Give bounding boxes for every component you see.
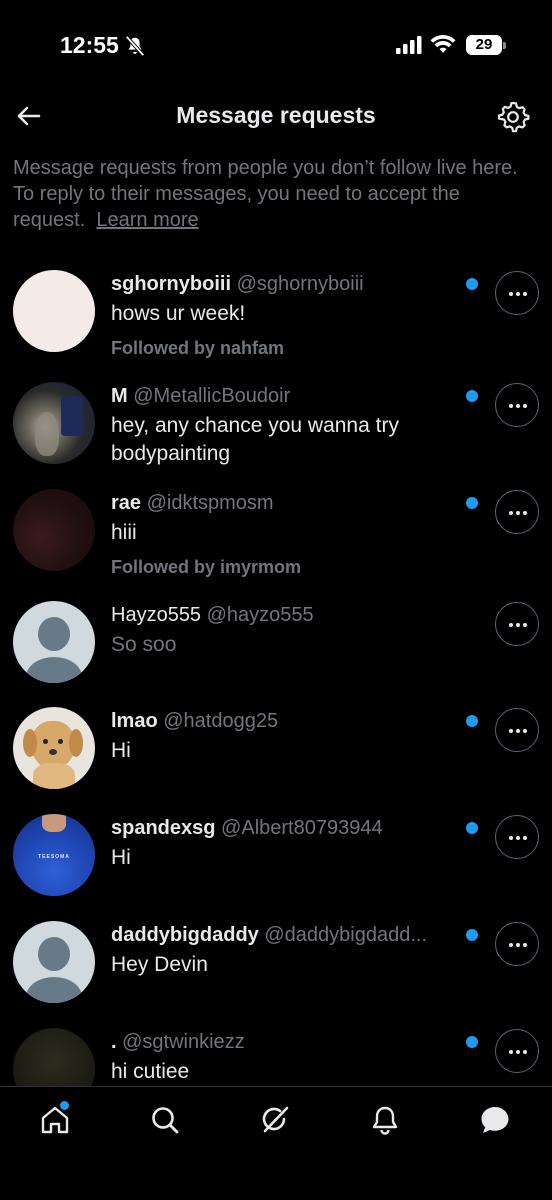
request-row-idktspmosm[interactable]: rae @idktspmosm hiii Followed by imyrmom xyxy=(0,479,552,589)
request-row-hatdogg25[interactable]: lmao @hatdogg25 Hi xyxy=(0,697,552,805)
page-title: Message requests xyxy=(176,102,376,128)
more-options-button[interactable] xyxy=(495,271,539,315)
avatar xyxy=(13,707,95,789)
followed-by: Followed by nahfam xyxy=(111,338,285,358)
unread-dot xyxy=(466,929,478,941)
more-options-button[interactable] xyxy=(495,602,539,646)
tab-home[interactable] xyxy=(38,1101,72,1137)
request-row-metallicboudoir[interactable]: M @MetallicBoudoir hey, any chance you w… xyxy=(0,372,552,482)
default-avatar-icon xyxy=(13,601,95,683)
grok-icon xyxy=(262,1106,289,1133)
status-bar: 12:55 29 xyxy=(0,0,552,90)
request-row-hayzo555[interactable]: Hayzo555 @hayzo555 So soo xyxy=(0,591,552,699)
gear-icon[interactable] xyxy=(496,100,530,134)
more-options-button[interactable] xyxy=(495,490,539,534)
default-avatar-icon xyxy=(13,921,95,1003)
avatar xyxy=(13,489,95,571)
unread-dot xyxy=(466,390,478,402)
status-time: 12:55 xyxy=(60,32,119,58)
tab-notifications[interactable] xyxy=(368,1103,402,1137)
messages-icon xyxy=(481,1107,509,1133)
user-handle: @daddybigdadd... xyxy=(264,924,428,946)
message-preview: Hey Devin xyxy=(111,953,208,976)
intro-text: Message requests from people you don’t f… xyxy=(13,155,538,233)
request-row-albert80793944[interactable]: TEESOMA spandexsg @Albert80793944 Hi xyxy=(0,804,552,912)
learn-more-link[interactable]: Learn more xyxy=(96,209,198,231)
bottom-tab-bar xyxy=(0,1086,552,1200)
avatar: TEESOMA xyxy=(13,814,95,896)
avatar-shirt-text: TEESOMA xyxy=(38,854,70,860)
user-handle: @Albert80793944 xyxy=(221,817,383,839)
display-name: rae xyxy=(111,492,142,514)
request-row-sgtwinkiezz[interactable]: . @sgtwinkiezz hi cutiee xyxy=(0,1018,552,1086)
followed-by: Followed by imyrmom xyxy=(111,557,302,577)
display-name: Hayzo555 xyxy=(111,604,202,626)
message-preview: So soo xyxy=(111,633,177,656)
user-handle: @hayzo555 xyxy=(206,604,314,626)
battery-level: 29 xyxy=(466,35,502,55)
more-options-button[interactable] xyxy=(495,815,539,859)
bell-slash-icon xyxy=(125,35,145,57)
user-handle: @sghornyboiii xyxy=(236,273,364,295)
bell-icon xyxy=(372,1106,398,1135)
more-options-button[interactable] xyxy=(495,1029,539,1073)
unread-dot xyxy=(466,1036,478,1048)
message-preview: Hi xyxy=(111,739,131,762)
message-preview: hows ur week! xyxy=(111,302,246,325)
display-name: daddybigdaddy xyxy=(111,924,259,946)
display-name: lmao xyxy=(111,710,158,732)
header: Message requests xyxy=(0,90,552,146)
cellular-signal-icon xyxy=(396,36,422,54)
request-row-sghornyboiii[interactable]: sghornyboiii @sghornyboiii hows ur week!… xyxy=(0,260,552,370)
user-handle: @MetallicBoudoir xyxy=(133,385,291,407)
tab-grok[interactable] xyxy=(258,1103,292,1137)
user-handle: @sgtwinkiezz xyxy=(122,1031,245,1053)
user-handle: @idktspmosm xyxy=(146,492,274,514)
wifi-icon xyxy=(430,34,456,53)
display-name: M xyxy=(111,385,128,407)
display-name: . xyxy=(111,1031,117,1053)
more-options-button[interactable] xyxy=(495,708,539,752)
message-request-list: sghornyboiii @sghornyboiii hows ur week!… xyxy=(0,260,552,1086)
message-preview: hi cutiee xyxy=(111,1060,190,1083)
more-options-button[interactable] xyxy=(495,383,539,427)
avatar xyxy=(13,382,95,464)
unread-dot xyxy=(466,822,478,834)
more-options-button[interactable] xyxy=(495,922,539,966)
avatar xyxy=(13,270,95,352)
user-handle: @hatdogg25 xyxy=(163,710,279,732)
unread-dot xyxy=(466,497,478,509)
display-name: spandexsg xyxy=(111,817,216,839)
avatar xyxy=(13,1028,95,1086)
tab-search[interactable] xyxy=(148,1103,182,1137)
battery-icon: 29 xyxy=(466,35,506,55)
intro-description: Message requests from people you don’t f… xyxy=(13,157,518,231)
message-preview: hiii xyxy=(111,521,137,544)
unread-dot xyxy=(466,715,478,727)
unread-dot xyxy=(466,278,478,290)
display-name: sghornyboiii xyxy=(111,273,231,295)
notification-dot xyxy=(60,1101,69,1110)
search-icon xyxy=(152,1107,179,1134)
tab-messages[interactable] xyxy=(478,1103,512,1137)
message-preview: hey, any chance you wanna try bodypainti… xyxy=(111,414,399,465)
message-preview: Hi xyxy=(111,846,131,869)
request-row-daddybigdaddy[interactable]: daddybigdaddy @daddybigdadd... Hey Devin xyxy=(0,911,552,1019)
